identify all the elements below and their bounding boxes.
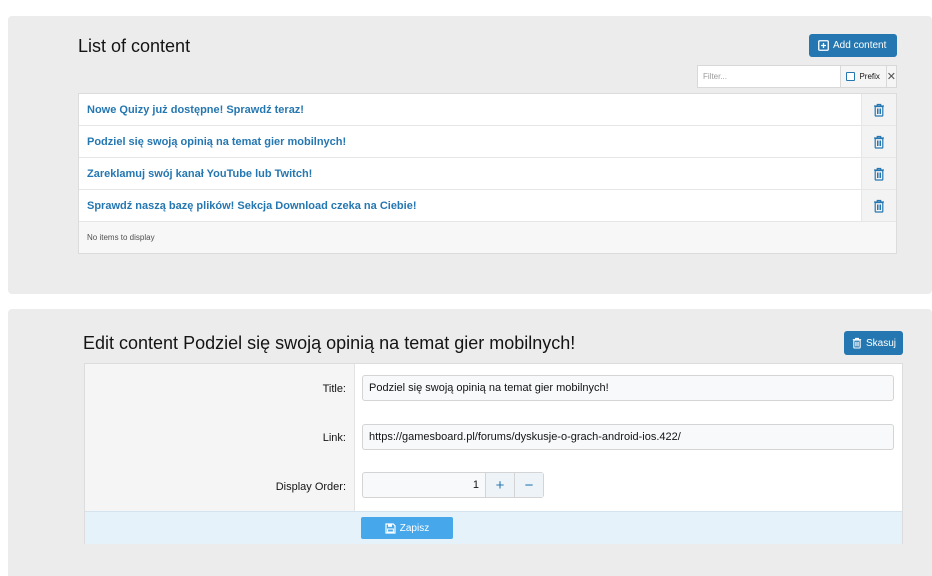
list-item-link[interactable]: Zareklamuj swój kanał YouTube lub Twitch…: [79, 158, 861, 189]
plus-icon: +: [495, 476, 505, 494]
trash-icon: [873, 103, 885, 117]
form-submit-row: Zapisz: [85, 511, 902, 544]
trash-icon: [873, 199, 885, 213]
display-order-input[interactable]: [363, 473, 485, 497]
list-item: Sprawdź naszą bazę plików! Sekcja Downlo…: [79, 190, 896, 222]
prefix-label: Prefix: [859, 72, 880, 81]
prefix-checkbox[interactable]: [846, 72, 856, 81]
empty-text: No items to display: [87, 233, 155, 242]
link-field[interactable]: [362, 424, 894, 450]
filter-clear-button[interactable]: ✕: [885, 66, 896, 87]
trash-icon: [852, 337, 862, 349]
save-button[interactable]: Zapisz: [361, 517, 453, 539]
edit-title: Edit content Podziel się swoją opinią na…: [83, 333, 576, 353]
plus-square-icon: [818, 40, 829, 51]
filter-bar: Prefix ✕: [697, 65, 897, 88]
edit-content-panel: Edit content Podziel się swoją opinią na…: [8, 309, 932, 576]
decrement-button[interactable]: −: [514, 473, 543, 497]
filter-input[interactable]: [698, 66, 840, 87]
add-content-label: Add content: [833, 40, 887, 51]
close-icon: ✕: [886, 71, 896, 83]
floppy-disk-icon: [385, 522, 396, 534]
list-item-link[interactable]: Nowe Quizy już dostępne! Sprawdź teraz!: [79, 94, 861, 125]
add-content-button[interactable]: Add content: [809, 34, 897, 57]
title-field[interactable]: [362, 375, 894, 401]
list-empty-footer: No items to display: [79, 222, 896, 253]
display-order-stepper: + −: [362, 472, 544, 498]
link-label: Link:: [322, 432, 346, 444]
increment-button[interactable]: +: [485, 473, 514, 497]
prefix-toggle[interactable]: Prefix: [839, 66, 886, 87]
delete-item-button[interactable]: [861, 94, 896, 125]
edit-form: Title: Link: Display Order: + − Zapisz: [84, 363, 903, 544]
trash-icon: [873, 135, 885, 149]
delete-button[interactable]: Skasuj: [844, 331, 903, 355]
content-list: Nowe Quizy już dostępne! Sprawdź teraz! …: [78, 93, 897, 254]
delete-item-button[interactable]: [861, 190, 896, 221]
title-label: Title:: [322, 383, 346, 395]
delete-button-label: Skasuj: [866, 337, 897, 349]
list-item-link[interactable]: Sprawdź naszą bazę plików! Sekcja Downlo…: [79, 190, 861, 221]
list-item: Podziel się swoją opinią na temat gier m…: [79, 126, 896, 158]
save-button-label: Zapisz: [399, 522, 430, 534]
list-item: Zareklamuj swój kanał YouTube lub Twitch…: [79, 158, 896, 190]
display-order-label: Display Order:: [275, 481, 346, 493]
content-list-panel: List of content Add content Prefix ✕ Now…: [8, 16, 932, 294]
list-item-link[interactable]: Podziel się swoją opinią na temat gier m…: [79, 126, 861, 157]
minus-icon: −: [524, 476, 534, 494]
trash-icon: [873, 167, 885, 181]
delete-item-button[interactable]: [861, 158, 896, 189]
delete-item-button[interactable]: [861, 126, 896, 157]
list-title: List of content: [78, 36, 191, 56]
list-item: Nowe Quizy już dostępne! Sprawdź teraz!: [79, 94, 896, 126]
